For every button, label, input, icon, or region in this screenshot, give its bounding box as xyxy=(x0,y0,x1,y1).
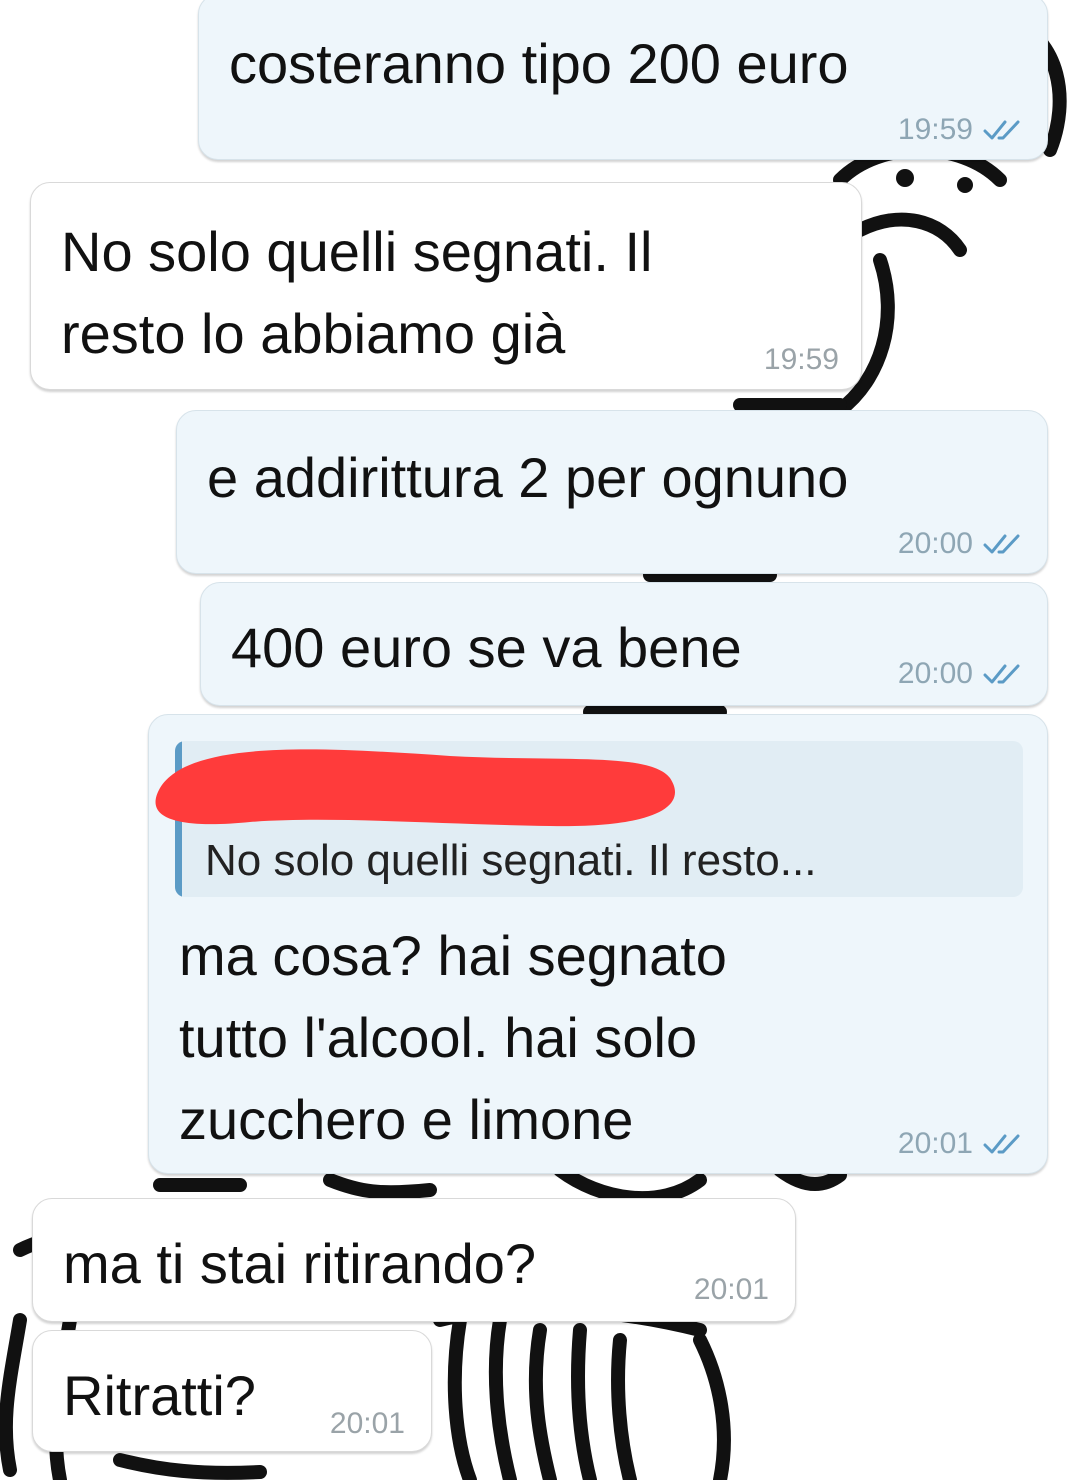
message-time: 20:00 xyxy=(897,657,973,690)
message-text-line: resto lo abbiamo già xyxy=(61,302,566,365)
message-time: 19:59 xyxy=(763,343,839,376)
message-bubble-outgoing[interactable]: 400 euro se va bene 20:00 xyxy=(200,582,1048,706)
message-text-line: tutto l'alcool. hai solo xyxy=(179,1006,698,1069)
message-meta: 20:00 xyxy=(898,527,1025,561)
message-text-line: No solo quelli segnati. Il xyxy=(61,220,653,283)
message-text: costeranno tipo 200 euro xyxy=(229,32,849,95)
message-bubble-incoming[interactable]: ma ti stai ritirando? 20:01 xyxy=(32,1198,796,1322)
message-text: ma ti stai ritirando? xyxy=(63,1232,537,1295)
message-text: 400 euro se va bene xyxy=(231,616,742,679)
message-time: 20:00 xyxy=(897,527,973,560)
message-time: 20:01 xyxy=(693,1273,769,1306)
message-text: Ritratti? xyxy=(63,1364,256,1427)
message-meta: 20:01 xyxy=(694,1273,769,1307)
message-bubble-outgoing[interactable]: costeranno tipo 200 euro 19:59 xyxy=(198,0,1048,160)
message-text: e addirittura 2 per ognuno xyxy=(207,446,849,509)
message-time: 19:59 xyxy=(897,113,973,146)
message-meta: 19:59 xyxy=(764,343,839,377)
message-meta: 20:00 xyxy=(898,657,1025,691)
double-check-icon xyxy=(983,120,1020,140)
message-meta: 19:59 xyxy=(898,113,1025,147)
message-time: 20:01 xyxy=(329,1407,405,1440)
redaction-scribble xyxy=(155,749,675,827)
message-bubble-incoming[interactable]: No solo quelli segnati. Il resto lo abbi… xyxy=(30,182,862,390)
quote-text: No solo quelli segnati. Il resto... xyxy=(205,836,817,885)
double-check-icon xyxy=(983,1134,1020,1154)
message-meta: 20:01 xyxy=(898,1127,1025,1161)
message-text-line: ma cosa? hai segnato xyxy=(179,924,727,987)
message-bubble-incoming[interactable]: Ritratti? 20:01 xyxy=(32,1330,432,1452)
message-bubble-outgoing[interactable]: e addirittura 2 per ognuno 20:00 xyxy=(176,410,1048,574)
double-check-icon xyxy=(983,534,1020,554)
double-check-icon xyxy=(983,664,1020,684)
message-time: 20:01 xyxy=(897,1127,973,1160)
message-text-line: zucchero e limone xyxy=(179,1088,634,1151)
message-meta: 20:01 xyxy=(330,1407,405,1441)
